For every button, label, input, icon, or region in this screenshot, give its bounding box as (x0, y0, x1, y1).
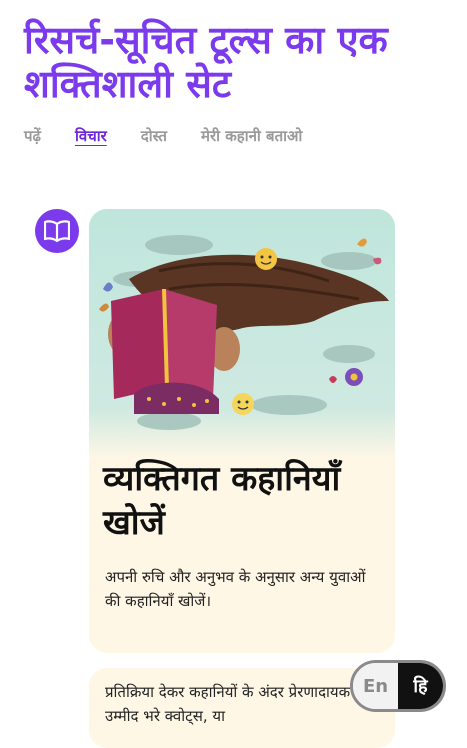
tab-tell-my-story[interactable]: मेरी कहानी बताओ (201, 126, 302, 146)
reading-girl-illustration (89, 209, 395, 459)
page-title: रिसर्च-सूचित टूल्स का एक शक्तिशाली सेट (24, 18, 388, 106)
language-english-option[interactable]: En (353, 663, 398, 709)
tab-friends[interactable]: दोस्त (141, 126, 167, 146)
second-feature-card: प्रतिक्रिया देकर कहानियों के अंदर प्रेरण… (89, 668, 395, 748)
tab-ideas[interactable]: विचार (75, 126, 107, 146)
feature-card: व्यक्तिगत कहानियाँ खोजें अपनी रुचि और अन… (89, 209, 395, 653)
tab-read[interactable]: पढ़ें (24, 126, 41, 146)
card-title: व्यक्तिगत कहानियाँ खोजें (103, 459, 341, 543)
language-hindi-option[interactable]: हि (398, 663, 443, 709)
second-card-description: प्रतिक्रिया देकर कहानियों के अंदर प्रेरण… (105, 683, 383, 725)
card-description: अपनी रुचि और अनुभव के अनुसार अन्य युवाओं… (105, 568, 366, 610)
tab-bar: पढ़ें विचार दोस्त मेरी कहानी बताओ (24, 126, 302, 146)
language-toggle[interactable]: En हि (350, 660, 446, 712)
book-icon (44, 220, 70, 242)
book-icon-badge (35, 209, 79, 253)
